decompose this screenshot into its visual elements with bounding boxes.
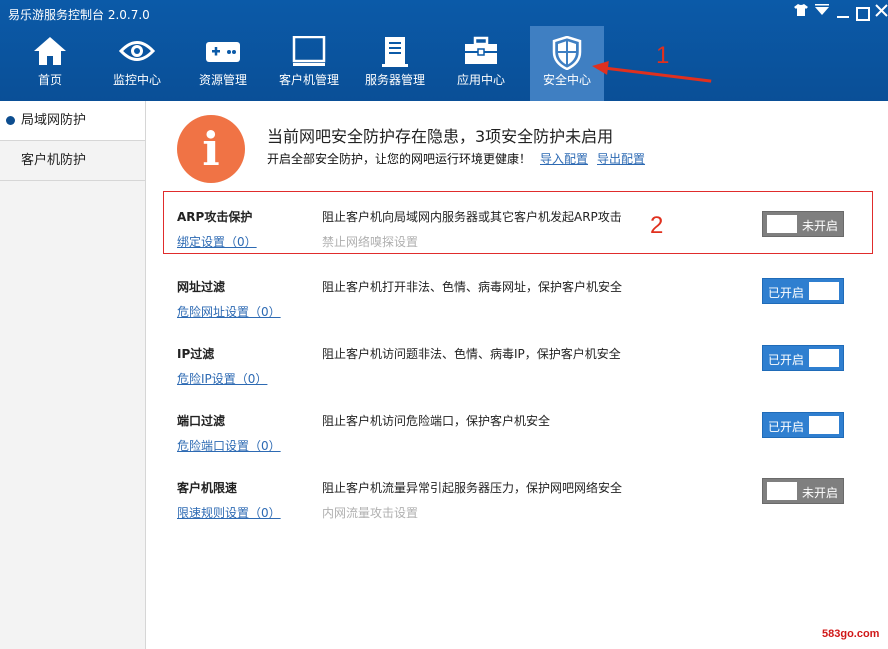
nav-label: 应用中心: [456, 73, 505, 87]
row-description: 阻止客户机流量异常引起服务器压力，保护网吧网络安全: [322, 481, 623, 495]
toggle-ip-filter[interactable]: 已开启: [762, 345, 844, 371]
row-settings-link[interactable]: 危险IP设置（0）: [177, 370, 267, 387]
annotation-number-1: 1: [656, 42, 670, 69]
sidebar-item-label: 局域网防护: [21, 113, 87, 128]
home-icon: [33, 36, 67, 69]
nav-label: 服务器管理: [364, 73, 425, 87]
nav-server-management[interactable]: 服务器管理: [358, 26, 432, 101]
toggle-knob: [809, 416, 839, 434]
toggle-url-filter[interactable]: 已开启: [762, 278, 844, 304]
toggle-label: 已开启: [768, 353, 805, 367]
row-hint: 内网流量攻击设置: [322, 506, 419, 520]
export-config-link[interactable]: 导出配置: [597, 150, 645, 167]
nav-label: 安全中心: [542, 73, 591, 87]
nav-label: 资源管理: [198, 73, 247, 87]
close-icon[interactable]: [872, 4, 888, 21]
nav-label: 首页: [37, 73, 62, 87]
toggle-knob: [809, 349, 839, 367]
sidebar-item-label: 客户机防护: [21, 153, 87, 168]
warning-info-icon: i: [177, 115, 245, 183]
toggle-label: 未开启: [801, 486, 838, 500]
toolbox-icon: [464, 36, 498, 69]
annotation-highlight-box: [163, 191, 873, 254]
row-title: 端口过滤: [177, 414, 226, 428]
toggle-label: 已开启: [768, 286, 805, 300]
row-title: 客户机限速: [177, 481, 238, 495]
eye-icon: [118, 36, 156, 69]
nav-home[interactable]: 首页: [13, 26, 87, 101]
watermark: 583go.com: [822, 628, 880, 640]
annotation-number-2: 2: [650, 212, 664, 239]
shirt-icon[interactable]: [792, 4, 810, 20]
toggle-rate-limit[interactable]: 未开启: [762, 478, 844, 504]
nav-label: 客户机管理: [278, 73, 339, 87]
banner-subtitle: 开启全部安全防护，让您的网吧运行环境更健康！: [267, 152, 532, 166]
nav-client-management[interactable]: 客户机管理: [272, 26, 346, 101]
nav-resource-management[interactable]: 资源管理: [186, 26, 260, 101]
minimize-icon[interactable]: [834, 4, 852, 22]
toggle-port-filter[interactable]: 已开启: [762, 412, 844, 438]
server-icon: [382, 36, 408, 71]
row-settings-link[interactable]: 危险端口设置（0）: [177, 437, 281, 454]
shield-icon: [552, 35, 582, 73]
toggle-knob: [809, 282, 839, 300]
row-settings-link[interactable]: 限速规则设置（0）: [177, 504, 281, 521]
nav-app-center[interactable]: 应用中心: [444, 26, 518, 101]
import-config-link[interactable]: 导入配置: [540, 150, 588, 167]
row-title: 网址过滤: [177, 280, 226, 294]
top-toolbar: 易乐游服务控制台 2.0.7.0 首页 监控中心 资源管理 客户机管理 服务器管…: [0, 0, 888, 101]
row-settings-link[interactable]: 危险网址设置（0）: [177, 303, 281, 320]
row-description: 阻止客户机打开非法、色情、病毒网址，保护客户机安全: [322, 280, 623, 294]
annotation-arrow-head: [591, 59, 609, 75]
toggle-label: 已开启: [768, 420, 805, 434]
row-title: IP过滤: [177, 347, 215, 361]
monitor-icon: [292, 35, 326, 71]
gamepad-icon: [205, 36, 241, 69]
maximize-icon[interactable]: [856, 7, 870, 21]
sidebar-item-lan-protection[interactable]: 局域网防护: [0, 101, 145, 141]
sidebar-item-client-protection[interactable]: 客户机防护: [0, 141, 145, 181]
row-description: 阻止客户机访问危险端口，保护客户机安全: [322, 414, 551, 428]
banner-title: 当前网吧安全防护存在隐患，3项安全防护未启用: [267, 127, 614, 146]
toggle-knob: [767, 482, 797, 500]
active-dot-icon: [6, 116, 15, 125]
sidebar: 局域网防护 客户机防护: [0, 101, 146, 649]
app-title: 易乐游服务控制台 2.0.7.0: [8, 8, 150, 22]
row-description: 阻止客户机访问题非法、色情、病毒IP，保护客户机安全: [322, 347, 621, 361]
nav-label: 监控中心: [112, 73, 161, 87]
menu-dropdown-icon[interactable]: [813, 4, 831, 20]
nav-monitor-center[interactable]: 监控中心: [100, 26, 174, 101]
